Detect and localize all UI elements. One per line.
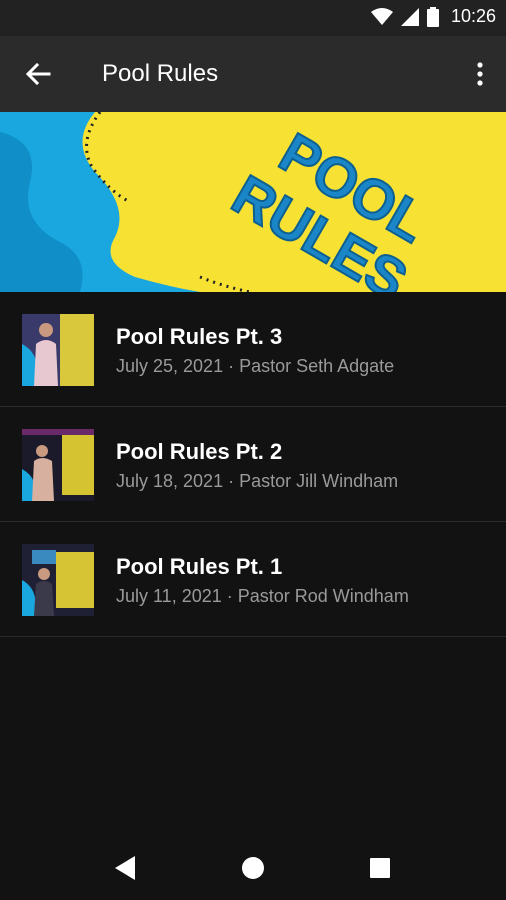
more-vert-icon — [477, 62, 483, 86]
wifi-icon — [370, 7, 393, 25]
list-item[interactable]: Pool Rules Pt. 2 July 18, 2021 · Pastor … — [0, 407, 506, 522]
sermon-title: Pool Rules Pt. 2 — [116, 439, 283, 464]
sermon-thumbnail — [22, 314, 94, 386]
sermon-meta: July 11, 2021 · Pastor Rod Windham — [116, 586, 409, 606]
sermon-title: Pool Rules Pt. 1 — [116, 554, 283, 579]
nav-home-icon — [242, 857, 264, 879]
list-item[interactable]: Pool Rules Pt. 1 July 11, 2021 · Pastor … — [0, 522, 506, 637]
signal-icon — [400, 7, 419, 26]
list-item[interactable]: Pool Rules Pt. 3 July 25, 2021 · Pastor … — [0, 292, 506, 407]
nav-home-button[interactable] — [235, 850, 271, 886]
sermon-meta: July 18, 2021 · Pastor Jill Windham — [116, 471, 399, 491]
nav-recents-button[interactable] — [362, 850, 398, 886]
sermon-meta: July 25, 2021 · Pastor Seth Adgate — [116, 356, 395, 376]
back-arrow-icon — [25, 62, 51, 86]
battery-icon — [426, 6, 439, 27]
banner-art: POOL RULES — [0, 112, 506, 292]
nav-back-icon — [115, 856, 135, 880]
sermon-title: Pool Rules Pt. 3 — [116, 324, 283, 349]
nav-back-button[interactable] — [108, 850, 144, 886]
more-options-button[interactable] — [468, 54, 492, 94]
status-icons: 10:26 — [370, 6, 496, 27]
series-banner: POOL RULES — [0, 112, 506, 292]
back-button[interactable] — [18, 54, 58, 94]
app-bar: Pool Rules — [0, 36, 506, 112]
sermon-list: Pool Rules Pt. 3 July 25, 2021 · Pastor … — [0, 292, 506, 637]
system-nav-bar — [0, 834, 506, 900]
status-time: 10:26 — [450, 6, 496, 26]
sermon-thumbnail — [22, 429, 94, 501]
page-title: Pool Rules — [102, 60, 219, 87]
nav-recents-icon — [370, 858, 390, 878]
status-bar: 10:26 — [0, 0, 506, 36]
sermon-thumbnail — [22, 544, 94, 616]
